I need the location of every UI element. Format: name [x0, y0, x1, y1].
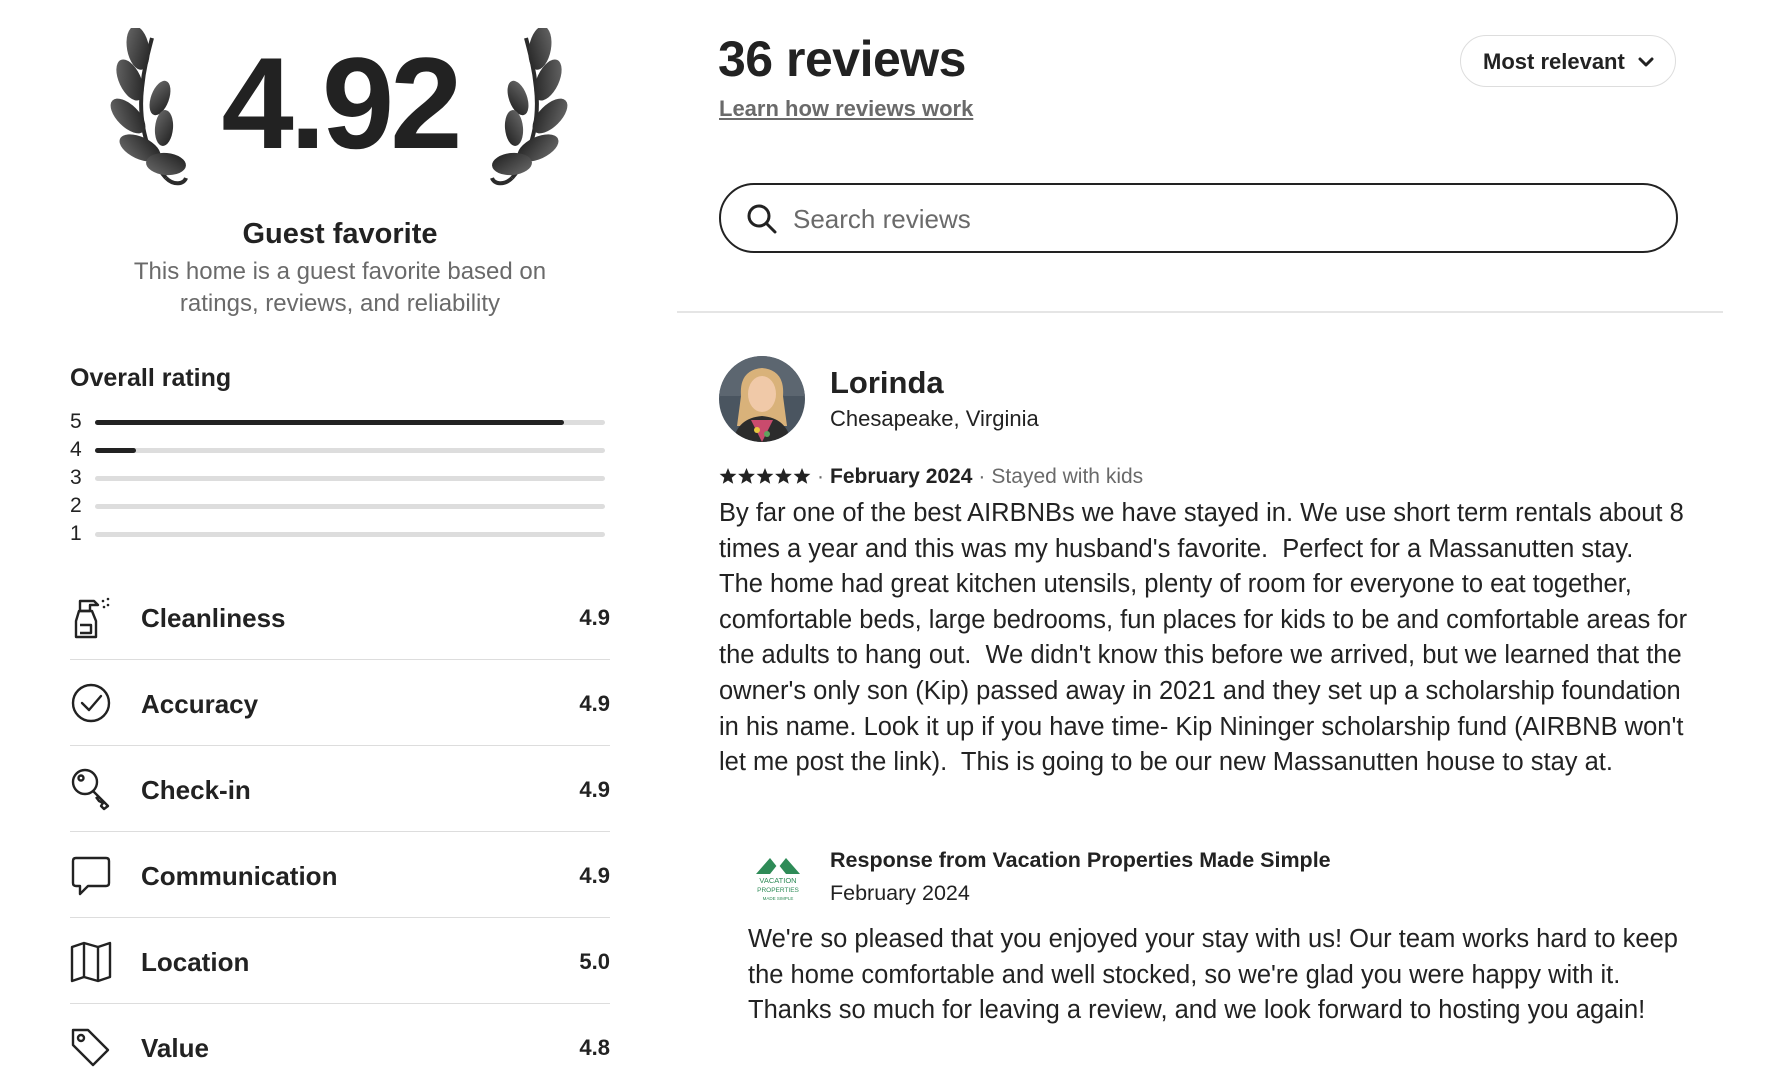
separator-dot: ·	[817, 465, 824, 488]
review-text: By far one of the best AIRBNBs we have s…	[719, 499, 1695, 777]
rating-bar-fill	[95, 448, 136, 453]
overall-rating-label: Overall rating	[70, 364, 232, 392]
rating-bar-star-label: 2	[70, 494, 82, 517]
search-reviews-box[interactable]	[719, 183, 1678, 253]
sort-dropdown-button[interactable]: Most relevant	[1460, 35, 1676, 87]
rating-bar-track	[95, 504, 605, 509]
category-accuracy: Accuracy 4.9	[70, 660, 610, 746]
key-icon	[71, 768, 110, 811]
category-label: Cleanliness	[141, 603, 286, 633]
response-title: Response from Vacation Properties Made S…	[830, 848, 1331, 872]
category-value: 4.8	[579, 1035, 610, 1060]
spray-bottle-icon	[74, 597, 110, 639]
avatar-photo	[719, 356, 805, 442]
tag-icon	[71, 1028, 110, 1067]
search-input[interactable]	[791, 195, 1655, 243]
category-label: Check-in	[141, 775, 251, 805]
rating-bar-track	[95, 420, 605, 425]
host-logo-text-line1: VACATION	[759, 876, 796, 885]
reviews-count-title: 36 reviews	[718, 31, 966, 87]
overall-score: 4.92	[221, 30, 462, 176]
guest-favorite-badge: 4.92 Guest favorite This home is a guest…	[0, 0, 680, 330]
reviewer-avatar[interactable]	[719, 356, 805, 442]
category-check-in: Check-in 4.9	[70, 746, 610, 832]
category-value: 4.9	[579, 691, 610, 716]
stay-type: Stayed with kids	[991, 465, 1144, 488]
host-logo-text-line2: PROPERTIES	[757, 887, 799, 894]
rating-bar-fill	[95, 420, 565, 425]
category-cleanliness: Cleanliness 4.9	[70, 574, 610, 660]
rating-bar-star-label: 1	[70, 522, 82, 545]
host-logo-text-line3: MADE SIMPLE	[763, 896, 794, 901]
separator-dot: ·	[978, 465, 986, 488]
rating-bar-row: 3	[70, 466, 610, 489]
category-communication: Communication 4.9	[70, 832, 610, 918]
category-location: Location 5.0	[70, 918, 610, 1004]
category-value: 4.9	[579, 605, 610, 630]
rating-bar-row: 4	[70, 438, 610, 461]
category-label: Communication	[141, 861, 338, 891]
response-text: We're so pleased that you enjoyed your s…	[748, 925, 1678, 1025]
laurel-right-icon	[490, 28, 568, 186]
rating-bar-track	[95, 532, 605, 537]
chat-bubble-icon	[71, 856, 111, 896]
category-label: Location	[141, 947, 250, 977]
reviewer-location: Chesapeake, Virginia	[830, 406, 1039, 431]
check-circle-icon	[71, 683, 111, 723]
rating-bar-star-label: 3	[70, 466, 82, 489]
five-star-rating-icon	[719, 468, 811, 484]
category-value: Value 4.8	[70, 1004, 610, 1090]
sort-dropdown-label: Most relevant	[1483, 49, 1625, 74]
category-label: Accuracy	[141, 689, 259, 719]
category-value: 5.0	[579, 949, 610, 974]
response-date: February 2024	[830, 881, 970, 905]
badge-description: This home is a guest favorite based on r…	[133, 258, 547, 317]
divider	[677, 311, 1723, 313]
host-logo: VACATION PROPERTIES MADE SIMPLE	[756, 858, 800, 901]
reviewer-name[interactable]: Lorinda	[830, 365, 944, 401]
category-label: Value	[141, 1033, 209, 1063]
rating-bar-row: 2	[70, 494, 610, 517]
rating-bar-track	[95, 448, 605, 453]
review-date: February 2024	[830, 465, 973, 488]
category-value: 4.9	[579, 777, 610, 802]
learn-how-reviews-work-link[interactable]: Learn how reviews work	[719, 96, 973, 122]
rating-bar-track	[95, 476, 605, 481]
rating-bar-star-label: 4	[70, 438, 82, 461]
rating-bar-row: 1	[70, 522, 610, 545]
map-icon	[70, 941, 112, 983]
review-meta: · February 2024 · Stayed with kids	[719, 465, 1143, 489]
search-icon	[747, 204, 777, 234]
rating-bar-row: 5	[70, 410, 610, 433]
chevron-down-icon	[1638, 57, 1654, 67]
badge-title: Guest favorite	[242, 218, 438, 250]
rating-bar-star-label: 5	[70, 410, 82, 433]
category-value: 4.9	[579, 863, 610, 888]
